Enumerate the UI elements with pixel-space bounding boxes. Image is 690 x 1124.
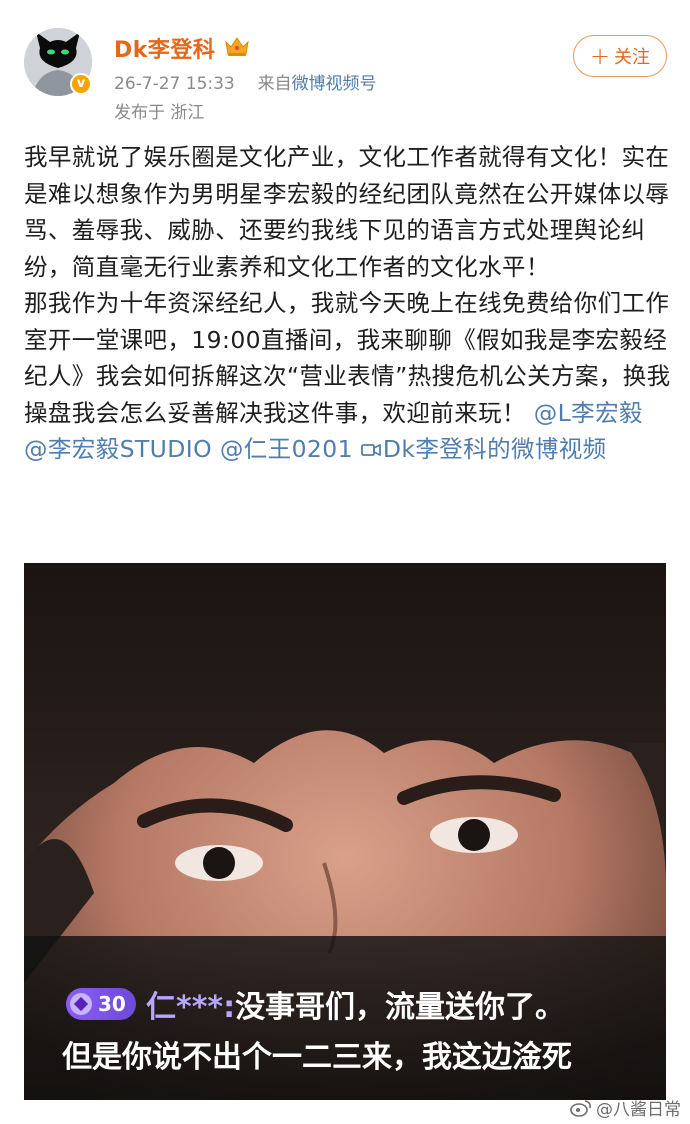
chat-message-1: 没事哥们，流量送你了。 bbox=[235, 990, 566, 1025]
video-icon bbox=[360, 444, 381, 456]
watermark: @八酱日常 bbox=[570, 1095, 681, 1120]
post-paragraph-1: 我早就说了娱乐圈是文化产业，文化工作者就得有文化！实在是难以想象作为男明星李宏毅… bbox=[24, 143, 670, 281]
post-timestamp: 26-7-27 15:33 bbox=[114, 74, 235, 94]
post-paragraph-2: 那我作为十年资深经纪人，我就今天晚上在线免费给你们工作室开一堂课吧，19:00直… bbox=[24, 285, 674, 468]
chat-line-2: 但是你说不出个一二三来，我这边淦死 bbox=[62, 1040, 572, 1075]
live-comment-overlay: 30 仁***:没事哥们，流量送你了。 但是你说不出个一二三来，我这边淦死 bbox=[24, 936, 666, 1100]
level-badge: 30 bbox=[66, 988, 136, 1020]
post-location: 发布于 浙江 bbox=[114, 103, 205, 123]
chat-line-1: 仁***:没事哥们，流量送你了。 bbox=[146, 982, 565, 1026]
author-name[interactable]: Dk李登科 bbox=[114, 32, 215, 64]
post-text: 我早就说了娱乐圈是文化产业，文化工作者就得有文化！实在是难以想象作为男明星李宏毅… bbox=[24, 139, 674, 468]
verified-badge-icon: v bbox=[70, 73, 92, 95]
follow-label: 关注 bbox=[614, 47, 651, 68]
mention-link[interactable]: @L李宏毅 bbox=[534, 399, 643, 427]
post-meta: 26-7-27 15:33 来自微博视频号 bbox=[114, 69, 377, 94]
video-link[interactable]: Dk李登科的微博视频 bbox=[360, 435, 607, 463]
follow-button[interactable]: + 关注 bbox=[573, 35, 667, 77]
badge-level: 30 bbox=[98, 992, 126, 1016]
mention-link[interactable]: @李宏毅STUDIO bbox=[24, 435, 212, 463]
video-link-label: Dk李登科的微博视频 bbox=[382, 435, 607, 463]
watermark-label: @八酱日常 bbox=[596, 1100, 681, 1120]
crown-icon bbox=[225, 37, 249, 56]
source-link[interactable]: 微博视频号 bbox=[292, 74, 377, 94]
chat-username: 仁***: bbox=[146, 990, 236, 1025]
mention-link[interactable]: @仁王0201 bbox=[220, 435, 353, 463]
gem-icon bbox=[70, 993, 92, 1015]
post-header: v Dk李登科 26-7-27 15:33 来自微博视频号 发布于 浙江 + 关… bbox=[0, 0, 690, 130]
plus-icon: + bbox=[589, 42, 611, 70]
video-player[interactable]: 30 仁***:没事哥们，流量送你了。 但是你说不出个一二三来，我这边淦死 bbox=[24, 563, 666, 1100]
weibo-logo-icon bbox=[570, 1099, 591, 1117]
source-prefix: 来自 bbox=[257, 74, 292, 94]
